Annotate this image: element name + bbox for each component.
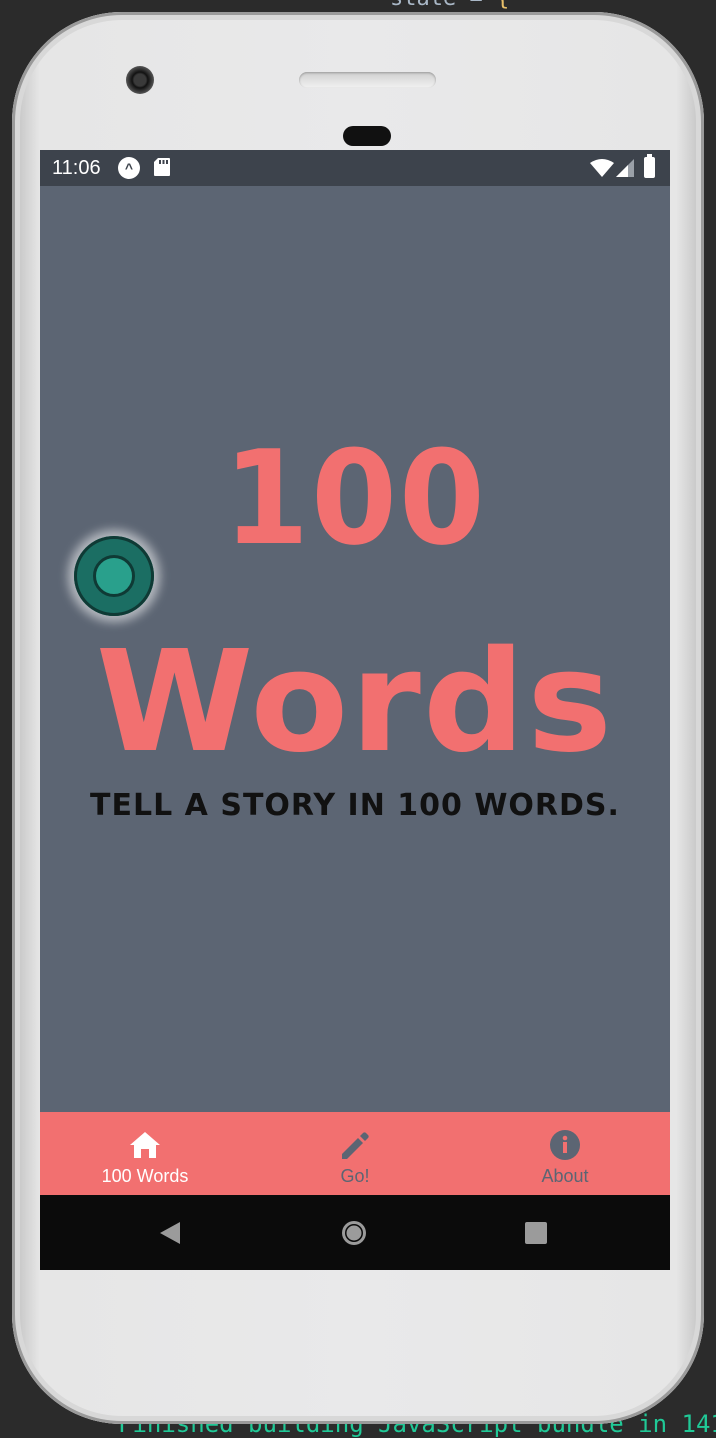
battery-icon — [644, 154, 655, 178]
tagline: TELL A STORY IN 100 WORDS. — [90, 788, 620, 823]
bottom-tab-bar: 100 Words Go! About — [40, 1112, 670, 1195]
tab-100-words[interactable]: 100 Words — [40, 1112, 250, 1195]
android-navigation-bar — [40, 1195, 670, 1270]
sd-card-icon — [154, 158, 170, 176]
fab-inner-circle — [93, 555, 135, 597]
status-bar: 11:06 ^ — [40, 150, 670, 186]
tab-label-100-words: 100 Words — [101, 1166, 189, 1186]
earpiece-speaker — [299, 72, 436, 88]
device-screen: 11:06 ^ 100 Words TELL A STORY IN 100 WO… — [40, 150, 670, 1270]
tab-go[interactable]: Go! — [250, 1112, 460, 1195]
app-title-line-1: 100 — [223, 422, 487, 574]
app-title-line-2: Words — [95, 621, 615, 784]
home-button[interactable] — [340, 1219, 368, 1247]
pencil-icon — [342, 1132, 369, 1159]
info-icon — [550, 1130, 580, 1160]
front-camera — [126, 66, 154, 94]
background-editor-text: state = { — [390, 0, 509, 11]
tab-label-go: Go! — [340, 1166, 370, 1186]
floating-action-button[interactable] — [74, 536, 154, 616]
recents-button[interactable] — [522, 1219, 550, 1247]
status-time: 11:06 — [52, 157, 101, 179]
cell-signal-icon — [616, 159, 634, 177]
home-icon — [130, 1132, 160, 1158]
proximity-sensor — [343, 126, 391, 146]
tab-about[interactable]: About — [460, 1112, 670, 1195]
tab-label-about: About — [541, 1166, 589, 1186]
back-button[interactable] — [156, 1219, 184, 1247]
expo-notification-icon: ^ — [118, 157, 140, 179]
wifi-icon — [590, 159, 614, 177]
